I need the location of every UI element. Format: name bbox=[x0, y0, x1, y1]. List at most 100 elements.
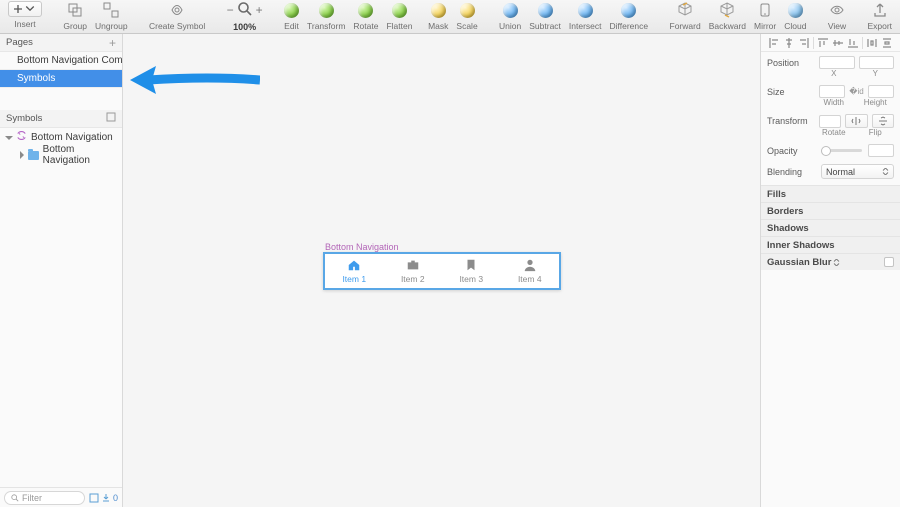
artboard-label[interactable]: Bottom Navigation bbox=[325, 242, 399, 252]
rotate-field[interactable] bbox=[819, 115, 841, 128]
flatten-button[interactable]: Flatten bbox=[386, 1, 412, 31]
opacity-slider[interactable] bbox=[821, 149, 862, 152]
alignment-toolbar bbox=[761, 34, 900, 52]
align-left-icon[interactable] bbox=[768, 37, 780, 49]
zoom-out-button[interactable]: − bbox=[227, 3, 234, 17]
group-icon bbox=[67, 2, 83, 18]
union-button[interactable]: Union bbox=[499, 1, 521, 31]
blending-select[interactable]: Normal bbox=[821, 164, 894, 179]
align-hcenter-icon[interactable] bbox=[783, 37, 795, 49]
insert-label: Insert bbox=[14, 19, 35, 29]
chevron-updown-icon bbox=[882, 168, 889, 175]
scale-icon bbox=[460, 3, 475, 18]
mask-icon bbox=[431, 3, 446, 18]
flip-h-button[interactable] bbox=[845, 114, 867, 128]
filter-count: 0 bbox=[113, 493, 118, 503]
group-button[interactable]: Group bbox=[63, 1, 87, 31]
chevron-down-icon[interactable] bbox=[5, 136, 13, 140]
forward-button[interactable]: Forward bbox=[670, 1, 701, 31]
pages-header: Pages + bbox=[0, 34, 122, 52]
cloud-button[interactable]: Cloud bbox=[784, 1, 806, 31]
annotation-arrow bbox=[130, 62, 260, 103]
intersect-button[interactable]: Intersect bbox=[569, 1, 602, 31]
chevron-right-icon[interactable] bbox=[20, 151, 24, 159]
home-icon bbox=[347, 258, 361, 272]
mirror-button[interactable]: Mirror bbox=[754, 1, 776, 31]
page-item-bottom-nav[interactable]: Bottom Navigation Compo… bbox=[0, 52, 122, 70]
zoom-in-button[interactable]: + bbox=[256, 3, 263, 17]
plus-icon bbox=[13, 4, 23, 14]
add-page-button[interactable]: + bbox=[109, 36, 116, 50]
lock-aspect-icon[interactable]: �id bbox=[849, 87, 863, 96]
view-button[interactable]: View bbox=[828, 1, 846, 31]
edit-icon bbox=[284, 3, 299, 18]
artboard-bottom-navigation[interactable]: Item 1 Item 2 Item 3 Item 4 bbox=[323, 252, 561, 290]
intersect-icon bbox=[578, 3, 593, 18]
difference-button[interactable]: Difference bbox=[610, 1, 649, 31]
inspector-panel: Position XY Size�id WidthHeight Transfor… bbox=[760, 34, 900, 507]
distribute-v-icon[interactable] bbox=[881, 37, 893, 49]
symbol-icon bbox=[16, 130, 27, 144]
flip-v-button[interactable] bbox=[872, 114, 894, 128]
height-field[interactable] bbox=[868, 85, 894, 98]
export-filter-icon[interactable] bbox=[101, 493, 111, 503]
filter-bar: Filter 0 bbox=[0, 487, 122, 507]
rotate-icon bbox=[358, 3, 373, 18]
backward-icon bbox=[719, 2, 735, 18]
ungroup-button[interactable]: Ungroup bbox=[95, 1, 128, 31]
chevron-updown-icon[interactable] bbox=[833, 259, 840, 266]
scale-button[interactable]: Scale bbox=[456, 1, 477, 31]
nav-item-3[interactable]: Item 3 bbox=[442, 254, 501, 288]
canvas[interactable]: Bottom Navigation Item 1 Item 2 Item 3 I… bbox=[123, 34, 760, 507]
align-vcenter-icon[interactable] bbox=[832, 37, 844, 49]
align-top-icon[interactable] bbox=[817, 37, 829, 49]
person-icon bbox=[523, 258, 537, 272]
pos-x-field[interactable] bbox=[819, 56, 855, 69]
chevron-down-icon bbox=[25, 4, 35, 14]
edit-button[interactable]: Edit bbox=[284, 1, 299, 31]
width-field[interactable] bbox=[819, 85, 845, 98]
borders-section[interactable]: Borders bbox=[761, 202, 900, 219]
difference-icon bbox=[621, 3, 636, 18]
distribute-h-icon[interactable] bbox=[866, 37, 878, 49]
forward-icon bbox=[677, 2, 693, 18]
backward-button[interactable]: Backward bbox=[709, 1, 746, 31]
create-symbol-button[interactable]: Create Symbol bbox=[149, 1, 205, 31]
pos-y-field[interactable] bbox=[859, 56, 895, 69]
create-symbol-icon bbox=[169, 2, 185, 18]
subtract-button[interactable]: Subtract bbox=[529, 1, 561, 31]
align-bottom-icon[interactable] bbox=[847, 37, 859, 49]
symbols-header: Symbols bbox=[0, 110, 122, 128]
export-button[interactable]: Export bbox=[867, 1, 892, 31]
cloud-icon bbox=[788, 3, 803, 18]
rotate-button[interactable]: Rotate bbox=[353, 1, 378, 31]
slice-filter-icon[interactable] bbox=[89, 493, 99, 503]
mirror-icon bbox=[757, 2, 773, 18]
nav-item-2[interactable]: Item 2 bbox=[384, 254, 443, 288]
opacity-field[interactable] bbox=[868, 144, 894, 157]
transform-button[interactable]: Transform bbox=[307, 1, 345, 31]
flatten-icon bbox=[392, 3, 407, 18]
page-item-symbols[interactable]: Symbols bbox=[0, 70, 122, 88]
gaussian-blur-section[interactable]: Gaussian Blur bbox=[761, 253, 900, 270]
zoom-control[interactable]: − + 100% bbox=[227, 1, 263, 32]
insert-group[interactable]: Insert bbox=[8, 1, 42, 29]
transform-icon bbox=[319, 3, 334, 18]
subtract-icon bbox=[538, 3, 553, 18]
nav-item-1[interactable]: Item 1 bbox=[325, 254, 384, 288]
gaussian-blur-checkbox[interactable] bbox=[884, 257, 894, 267]
magnifier-icon bbox=[237, 1, 253, 19]
fills-section[interactable]: Fills bbox=[761, 185, 900, 202]
layer-folder-child[interactable]: Bottom Navigation bbox=[0, 146, 122, 164]
insert-button[interactable] bbox=[8, 1, 42, 17]
filter-input[interactable]: Filter bbox=[4, 491, 85, 505]
eye-icon bbox=[829, 2, 845, 18]
mask-button[interactable]: Mask bbox=[428, 1, 448, 31]
left-sidebar: Pages + Bottom Navigation Compo… Symbols… bbox=[0, 34, 123, 507]
align-right-icon[interactable] bbox=[798, 37, 810, 49]
shadows-section[interactable]: Shadows bbox=[761, 219, 900, 236]
nav-item-4[interactable]: Item 4 bbox=[501, 254, 560, 288]
inner-shadows-section[interactable]: Inner Shadows bbox=[761, 236, 900, 253]
union-icon bbox=[503, 3, 518, 18]
symbols-menu-icon[interactable] bbox=[106, 112, 116, 125]
